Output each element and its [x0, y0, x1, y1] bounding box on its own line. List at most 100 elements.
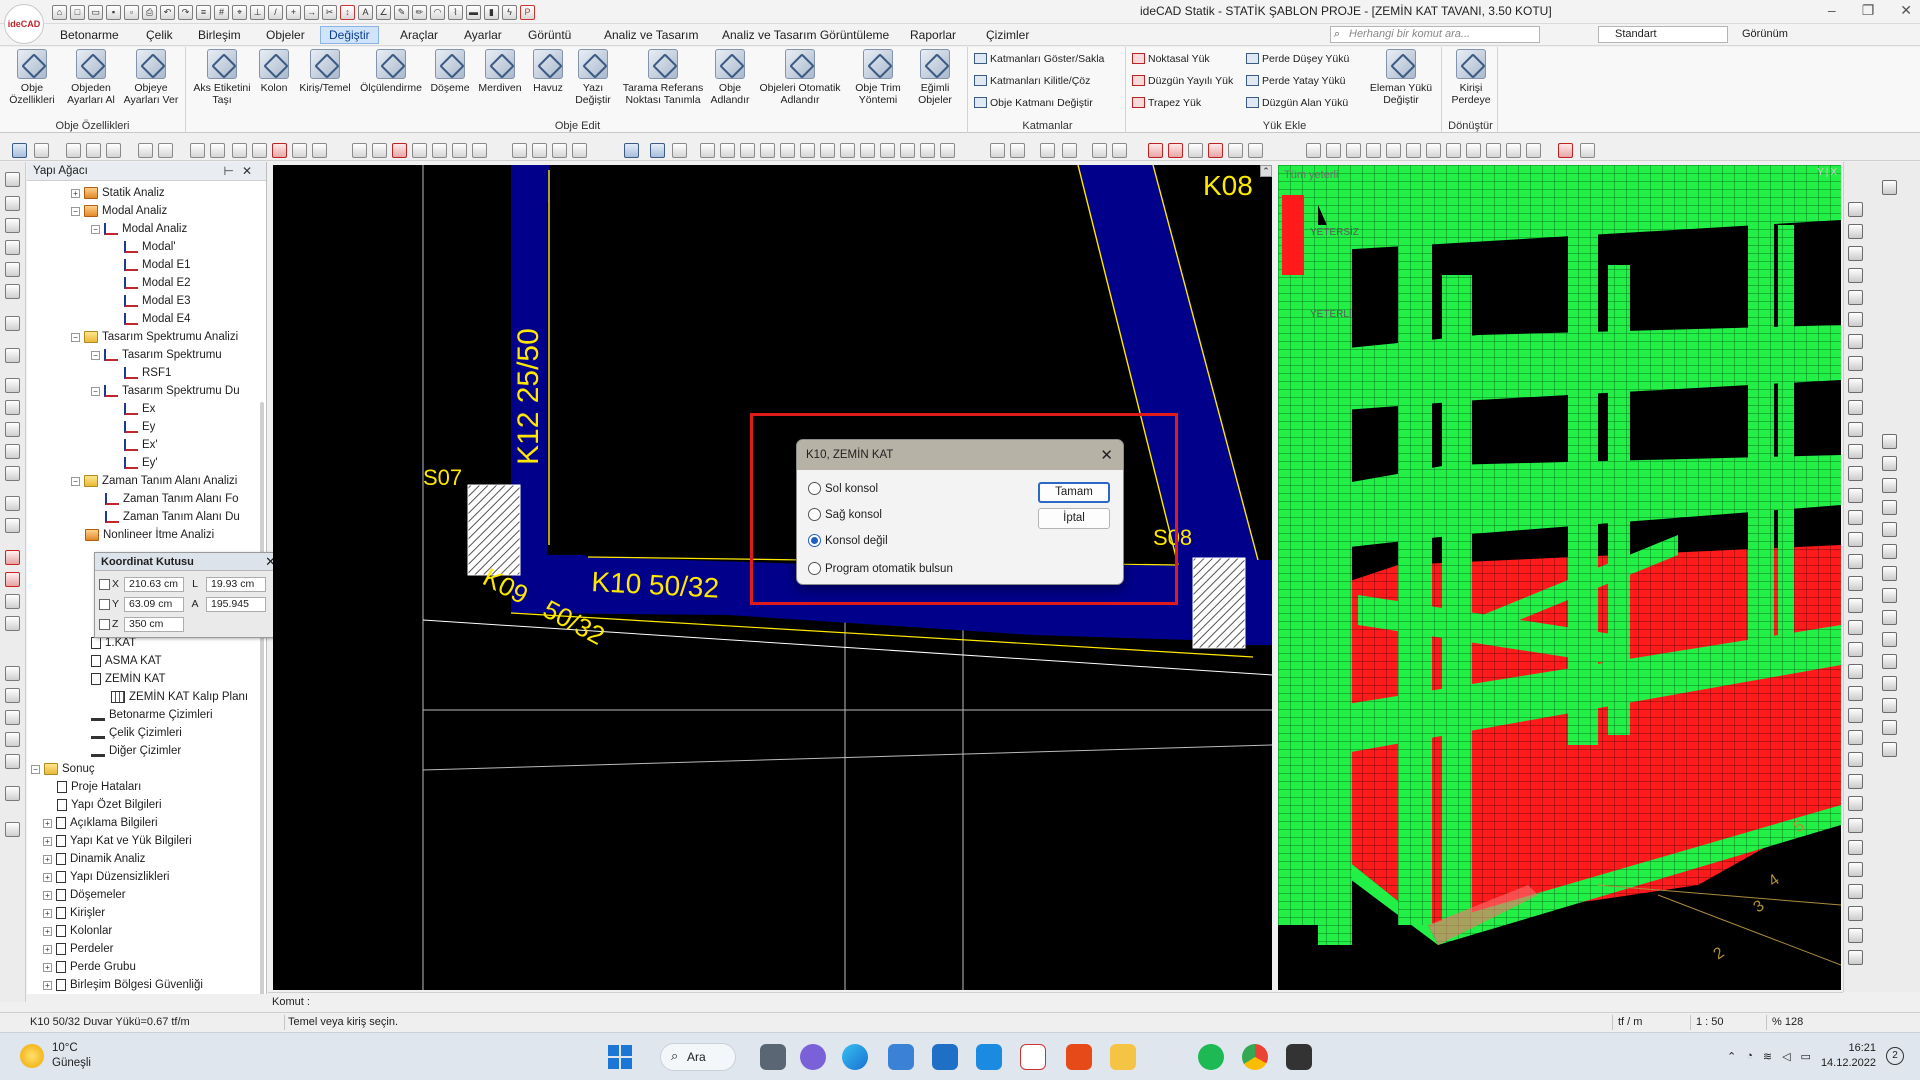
r2-tool-5-icon[interactable] — [1882, 522, 1897, 537]
r-tool-2-icon[interactable] — [1848, 202, 1863, 217]
tree-node[interactable]: + Statik Analiz — [71, 184, 165, 202]
check-icon[interactable] — [1148, 143, 1163, 158]
r-tool-16-icon[interactable] — [1848, 510, 1863, 525]
binoculars-icon[interactable] — [5, 822, 20, 837]
spline-icon[interactable] — [860, 143, 875, 158]
r2-tool-12-icon[interactable] — [1882, 676, 1897, 691]
objeye-ayarlari-ver-button[interactable]: Objeye Ayarları Ver — [122, 49, 180, 106]
tree-node[interactable]: + Dinamik Analiz — [43, 850, 145, 868]
r-tool-14-icon[interactable] — [1848, 466, 1863, 481]
polygon-icon[interactable] — [820, 143, 835, 158]
r2-tool-6-icon[interactable] — [1882, 544, 1897, 559]
radio-sol-konsol[interactable]: Sol konsol — [808, 482, 878, 495]
perde-dusey-yuku-button[interactable]: Perde Düşey Yükü — [1246, 53, 1349, 65]
r-tool-3-icon[interactable] — [1848, 224, 1863, 239]
office-icon[interactable] — [1066, 1044, 1092, 1070]
trim-tool-icon[interactable] — [372, 143, 387, 158]
tree-node[interactable]: Proje Hataları — [57, 778, 141, 796]
r-tool-24-icon[interactable] — [1848, 686, 1863, 701]
tree-node[interactable]: ZEMİN KAT Kalıp Planı — [111, 688, 248, 706]
obje-katmani-degistir-button[interactable]: Obje Katmanı Değiştir — [974, 97, 1093, 109]
tool-17-icon[interactable] — [5, 572, 20, 587]
tree-node[interactable]: − Sonuç — [31, 760, 95, 778]
unit-status[interactable]: tf / m — [1618, 1016, 1642, 1028]
windows-start-icon[interactable] — [608, 1045, 632, 1069]
tool-12-icon[interactable] — [5, 444, 20, 459]
insert-icon[interactable] — [900, 143, 915, 158]
navigate-icon[interactable] — [1092, 143, 1107, 158]
trim-icon[interactable]: ✂ — [322, 4, 337, 20]
warning-icon[interactable] — [1208, 143, 1223, 158]
tree-node[interactable]: Ey' — [124, 454, 158, 472]
r-tool-4-icon[interactable] — [1848, 246, 1863, 261]
tree-node[interactable]: − Tasarım Spektrumu Du — [91, 382, 240, 400]
r-tool-1-icon[interactable] — [1882, 180, 1897, 195]
view-icon[interactable] — [1062, 143, 1077, 158]
calc-icon[interactable] — [1446, 143, 1461, 158]
tree-node[interactable]: + Perdeler — [43, 940, 113, 958]
tree-node[interactable]: RSF1 — [124, 364, 171, 382]
r2-tool-11-icon[interactable] — [1882, 654, 1897, 669]
report-icon[interactable] — [1188, 143, 1203, 158]
tab-objeler[interactable]: Objeler — [258, 27, 313, 43]
layout-icon[interactable] — [1040, 143, 1055, 158]
line-icon[interactable]: / — [268, 4, 283, 20]
design-icon[interactable] — [1248, 143, 1263, 158]
list-icon[interactable]: ≡ — [196, 4, 211, 20]
r-tool-25-icon[interactable] — [1848, 708, 1863, 723]
r2-tool-7-icon[interactable] — [1882, 566, 1897, 581]
new-file-icon[interactable]: □ — [70, 4, 85, 20]
file-explorer-icon[interactable] — [1110, 1044, 1136, 1070]
tool-11-icon[interactable] — [5, 422, 20, 437]
pen-tool-icon[interactable] — [86, 143, 101, 158]
calendar-icon[interactable] — [976, 1044, 1002, 1070]
tab-analiz-tasarim[interactable]: Analiz ve Tasarım — [596, 27, 706, 43]
tab-goruntu[interactable]: Görüntü — [520, 27, 579, 43]
tab-ayarlar[interactable]: Ayarlar — [456, 27, 510, 43]
curve-icon[interactable] — [740, 143, 755, 158]
radio-button-selected[interactable] — [808, 534, 821, 547]
save-icon[interactable]: ▪ — [106, 4, 121, 20]
egimli-objeler-button[interactable]: Eğimli Objeler — [908, 49, 962, 106]
tool-21-icon[interactable] — [5, 688, 20, 703]
volume-icon[interactable]: ◁ — [1782, 1050, 1790, 1063]
command-search-input[interactable]: Herhangi bir komut ara... — [1330, 26, 1540, 43]
rectangle-icon[interactable] — [780, 143, 795, 158]
noktasal-yuk-button[interactable]: Noktasal Yük — [1132, 53, 1210, 65]
dialog-close-icon[interactable]: ✕ — [1100, 446, 1113, 464]
tool-14-icon[interactable] — [5, 496, 20, 511]
r2-tool-10-icon[interactable] — [1882, 632, 1897, 647]
havuz-button[interactable]: Havuz — [528, 49, 568, 94]
measure-icon[interactable]: ↕ — [340, 4, 355, 20]
r2-tool-15-icon[interactable] — [1882, 742, 1897, 757]
tree-scrollbar[interactable] — [260, 402, 264, 994]
tree-node[interactable]: Ex' — [124, 436, 158, 454]
clock[interactable]: 16:21 14.12.2022 — [1821, 1041, 1876, 1071]
minimize-icon[interactable]: – — [1828, 2, 1836, 19]
tool-15-icon[interactable] — [5, 518, 20, 533]
polyline-icon[interactable]: ⌇ — [448, 4, 463, 20]
tool-24-icon[interactable] — [5, 754, 20, 769]
table-view-icon[interactable] — [1506, 143, 1521, 158]
r2-tool-2-icon[interactable] — [1882, 456, 1897, 471]
r2-tool-14-icon[interactable] — [1882, 720, 1897, 735]
kiris-temel-button[interactable]: Kiriş/Temel — [296, 49, 354, 94]
fillet-icon[interactable] — [432, 143, 447, 158]
save-as-icon[interactable]: ▫ — [124, 4, 139, 20]
tree-node[interactable]: Modal E3 — [124, 292, 191, 310]
roof-icon[interactable] — [1366, 143, 1381, 158]
radio-button[interactable] — [808, 482, 821, 495]
r-tool-23-icon[interactable] — [1848, 664, 1863, 679]
error-icon[interactable] — [1168, 143, 1183, 158]
taskbar-search-button[interactable]: ⌕ Ara — [660, 1043, 736, 1071]
tree-node[interactable]: − Zaman Tanım Alanı Analizi — [71, 472, 237, 490]
cross-icon[interactable]: + — [286, 4, 301, 20]
text-tool-icon[interactable] — [138, 143, 153, 158]
viewport-corner-icon[interactable]: ⌃ — [1260, 165, 1272, 177]
print-preview-icon[interactable] — [1558, 143, 1573, 158]
hatch-tool-icon[interactable] — [512, 143, 527, 158]
print-icon[interactable]: ⎙ — [142, 4, 157, 20]
r2-tool-13-icon[interactable] — [1882, 698, 1897, 713]
kolon-button[interactable]: Kolon — [254, 49, 294, 94]
ortho-icon[interactable]: ⊥ — [250, 4, 265, 20]
